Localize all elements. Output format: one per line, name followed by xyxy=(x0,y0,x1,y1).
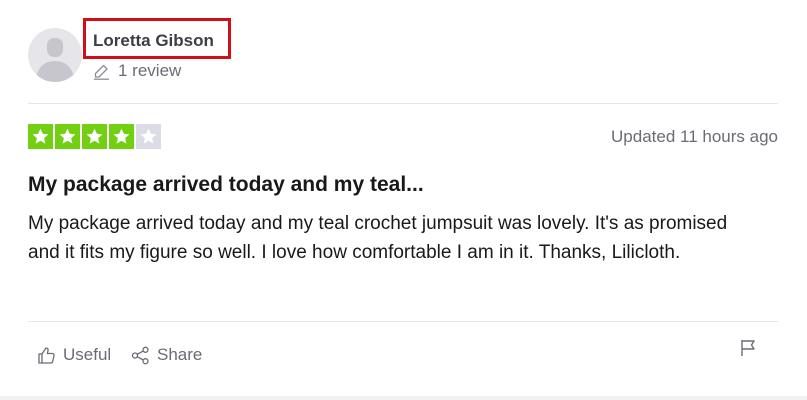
useful-label: Useful xyxy=(63,345,112,364)
avatar[interactable] xyxy=(28,28,82,82)
share-icon xyxy=(131,346,149,364)
star-icon xyxy=(59,128,76,144)
share-button[interactable]: Share xyxy=(131,343,202,367)
page-bottom-edge xyxy=(0,396,807,400)
avatar-placeholder-icon xyxy=(36,38,74,82)
star-icon xyxy=(32,128,49,144)
review-card: Loretta Gibson 1 review Updated 11 hours… xyxy=(0,0,807,396)
useful-button[interactable]: Useful xyxy=(37,343,111,367)
star-rating xyxy=(28,124,163,149)
footer-divider xyxy=(28,321,778,322)
reviewer-name[interactable]: Loretta Gibson xyxy=(93,31,214,51)
pencil-icon xyxy=(94,64,109,80)
review-count-label: 1 review xyxy=(118,61,182,80)
review-title[interactable]: My package arrived today and my teal... xyxy=(28,173,424,197)
star-icon xyxy=(113,128,130,144)
star-filled xyxy=(28,124,53,149)
star-filled xyxy=(55,124,80,149)
star-filled xyxy=(82,124,107,149)
flag-icon xyxy=(741,340,755,356)
header-divider xyxy=(28,103,778,104)
thumbs-up-icon xyxy=(38,346,55,364)
star-icon xyxy=(140,128,157,144)
review-body: My package arrived today and my teal cro… xyxy=(28,213,728,263)
star-empty xyxy=(136,124,161,149)
star-icon xyxy=(86,128,103,144)
review-date: Updated 11 hours ago xyxy=(611,127,778,146)
star-filled xyxy=(109,124,134,149)
report-button[interactable] xyxy=(739,338,759,358)
share-label: Share xyxy=(157,345,203,364)
reviewer-review-count[interactable]: 1 review xyxy=(93,61,181,81)
